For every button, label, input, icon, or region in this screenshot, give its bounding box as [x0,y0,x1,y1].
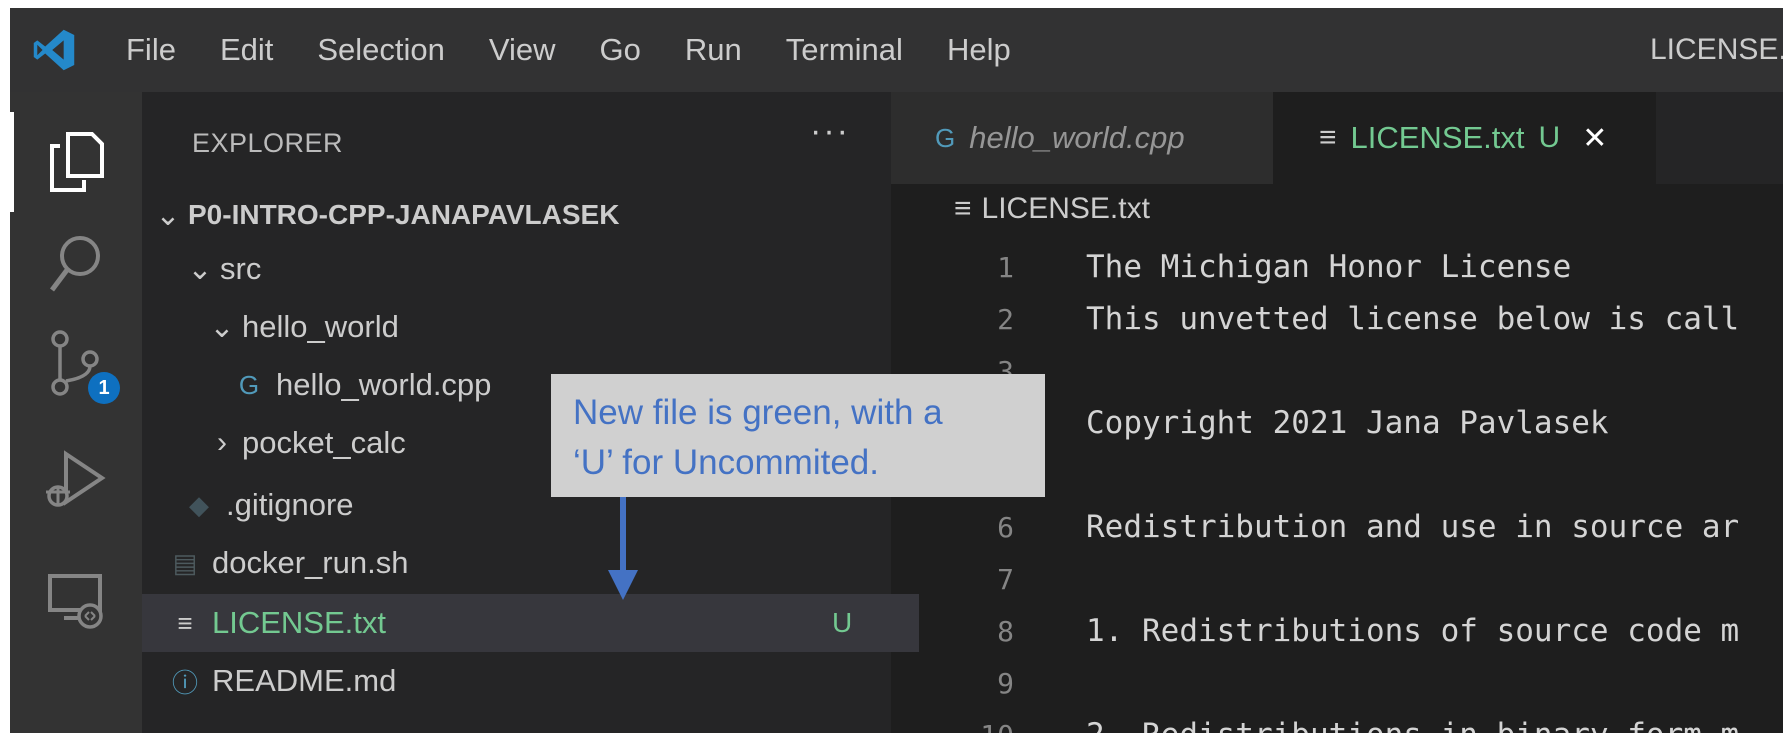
untracked-status: U [1538,121,1561,154]
explorer-title: EXPLORER [192,128,344,158]
source-control-badge: 1 [88,372,120,404]
menu-terminal[interactable]: Terminal [786,30,903,70]
file-license-txt-label: LICENSE.txt [212,605,386,640]
line-number: 1 [997,250,1014,284]
line-number: 2 [997,302,1014,336]
chevron-down-icon: ⌄ [187,252,213,286]
code-line: 2 This unvetted license below is call [930,293,1739,345]
annotation-line-2: ‘U’ for Uncommited. [573,443,879,482]
text-file-icon: ≡ [1319,121,1337,154]
tab-license-txt[interactable]: ≡ LICENSE.txt U ✕ [1273,92,1656,184]
git-file-icon: ◆ [189,489,209,520]
code-line: 7 [930,553,1086,605]
folder-src[interactable]: ⌄ src [142,240,935,298]
line-number: 10 [930,719,1014,733]
vscode-window: File Edit Selection View Go Run Terminal… [10,8,1783,733]
remote-explorer-button[interactable] [36,560,116,640]
shell-file-icon: ▤ [172,547,198,578]
file-license-txt[interactable]: ≡ LICENSE.txt U [142,594,919,652]
tab-hello-world-cpp[interactable]: G hello_world.cpp [891,92,1273,184]
file-hello-world-cpp-label: hello_world.cpp [276,367,492,402]
cpp-file-icon: G [238,369,260,400]
info-icon: ⓘ [171,667,198,698]
file-gitignore-label: .gitignore [226,487,354,522]
search-icon [50,236,100,292]
code-line: 9 [930,657,1086,709]
chevron-right-icon: › [217,426,227,459]
line-number: 7 [997,562,1014,596]
code-line: 6 Redistribution and use in source ar [930,501,1739,553]
tab-label: hello_world.cpp [969,120,1185,155]
active-indicator [10,112,14,212]
remote-explorer-icon [48,574,103,629]
annotation-line-1: New file is green, with a [573,393,943,432]
code-line: 8 1. Redistributions of source code m [930,605,1739,657]
window-title: LICENSE.t [1650,33,1783,66]
folder-src-label: src [220,251,262,286]
folder-pocket-calc-label: pocket_calc [242,425,406,460]
text-file-icon: ≡ [177,607,193,638]
text-file-icon: ≡ [954,192,972,225]
annotation-arrow [620,497,626,577]
annotation-arrow-head [608,570,638,600]
code-line: 10 2. Redistributions in binary form m [930,709,1739,733]
breadcrumb-file: LICENSE.txt [981,192,1150,225]
close-icon[interactable]: ✕ [1582,121,1607,156]
annotation-callout: New file is green, with a ‘U’ for Uncomm… [551,374,1045,497]
menu-run[interactable]: Run [685,30,742,70]
more-actions-icon[interactable]: ··· [810,112,850,151]
menu-edit[interactable]: Edit [220,30,273,70]
explorer-icon [50,132,104,192]
cpp-file-icon: G [935,122,956,153]
line-text: 1. Redistributions of source code m [1086,613,1740,649]
vscode-logo-icon [33,29,75,71]
line-text: This unvetted license below is call [1086,301,1740,337]
file-docker-run-sh-label: docker_run.sh [212,545,409,580]
line-number: 6 [997,510,1014,544]
annotation-text: New file is green, with a ‘U’ for Uncomm… [573,388,1043,488]
line-text: Redistribution and use in source ar [1086,509,1740,545]
menu-file[interactable]: File [126,30,176,70]
menu-selection[interactable]: Selection [317,30,445,70]
folder-hello-world-label: hello_world [242,309,399,344]
chevron-down-icon: ⌄ [155,198,181,232]
line-text: The Michigan Honor License [1086,249,1572,285]
activity-bar: 1 [10,92,142,733]
file-readme-md[interactable]: ⓘ README.md [142,652,919,710]
tab-label: LICENSE.txt [1350,120,1525,155]
editor-tabs: G hello_world.cpp ≡ LICENSE.txt U ✕ [891,92,1783,184]
menu-bar: File Edit Selection View Go Run Terminal… [126,30,1055,70]
line-number: 9 [997,666,1014,700]
menu-go[interactable]: Go [600,30,641,70]
untracked-status: U [832,607,853,638]
workspace-root-label: P0-INTRO-CPP-JANAPAVLASEK [188,199,620,230]
run-debug-icon [46,450,106,507]
menu-help[interactable]: Help [947,30,1011,70]
chevron-down-icon: ⌄ [209,310,235,344]
folder-hello-world[interactable]: ⌄ hello_world [142,298,957,356]
line-text: Copyright 2021 Jana Pavlasek [1086,405,1609,441]
file-readme-md-label: README.md [212,663,397,698]
file-docker-run-sh[interactable]: ▤ docker_run.sh [142,534,919,592]
explorer-button[interactable] [36,122,116,202]
source-control-button[interactable]: 1 [36,324,120,404]
line-number: 8 [997,614,1014,648]
search-button[interactable] [36,224,116,304]
code-line: 1 The Michigan Honor License [930,241,1571,293]
menu-view[interactable]: View [489,30,556,70]
line-text: 2. Redistributions in binary form m [1086,717,1739,733]
title-bar: File Edit Selection View Go Run Terminal… [10,8,1783,92]
run-debug-button[interactable] [36,440,116,520]
breadcrumb[interactable]: ≡ LICENSE.txt [954,192,1150,226]
workspace-root[interactable]: ⌄ P0-INTRO-CPP-JANAPAVLASEK [142,186,903,244]
